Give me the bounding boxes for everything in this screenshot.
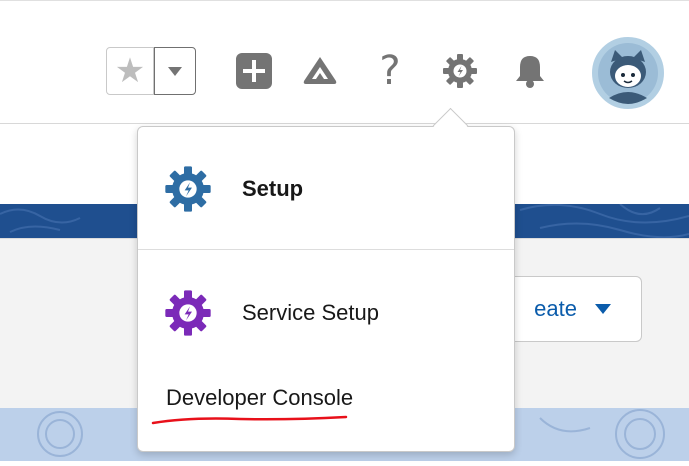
setup-menu: Setup Service Setup Developer Console (137, 126, 515, 452)
help-icon: ? (379, 48, 401, 94)
create-button-label: eate (534, 296, 577, 321)
setup-button[interactable] (436, 47, 484, 95)
favorites-menu-button[interactable] (154, 47, 196, 95)
setup-gear-icon (165, 166, 211, 212)
menu-item-setup-label: Setup (242, 176, 304, 201)
trailhead-button[interactable] (296, 47, 344, 95)
star-icon: ★ (114, 51, 146, 91)
user-avatar-icon (598, 43, 658, 104)
red-underline-annotation (151, 415, 348, 425)
chevron-down-icon (168, 66, 182, 76)
trailhead-icon (303, 57, 337, 84)
user-avatar-button[interactable] (590, 35, 666, 111)
menu-item-service-setup[interactable]: Service Setup (138, 283, 514, 343)
service-setup-gear-icon (165, 290, 211, 336)
gear-icon (443, 54, 477, 88)
chevron-down-icon (595, 304, 611, 314)
global-header: ★ ? (0, 0, 689, 124)
favorites-group: ★ (106, 47, 198, 95)
menu-divider (138, 249, 514, 250)
menu-item-developer-console[interactable]: Developer Console (166, 385, 353, 411)
help-button[interactable]: ? (366, 47, 414, 95)
notifications-button[interactable] (506, 47, 554, 95)
global-actions-button[interactable] (230, 47, 278, 95)
plus-icon (236, 53, 272, 89)
bell-icon (516, 56, 544, 88)
favorites-button[interactable]: ★ (106, 47, 154, 95)
menu-item-service-setup-label: Service Setup (242, 300, 379, 325)
menu-item-setup[interactable]: Setup (138, 159, 514, 219)
